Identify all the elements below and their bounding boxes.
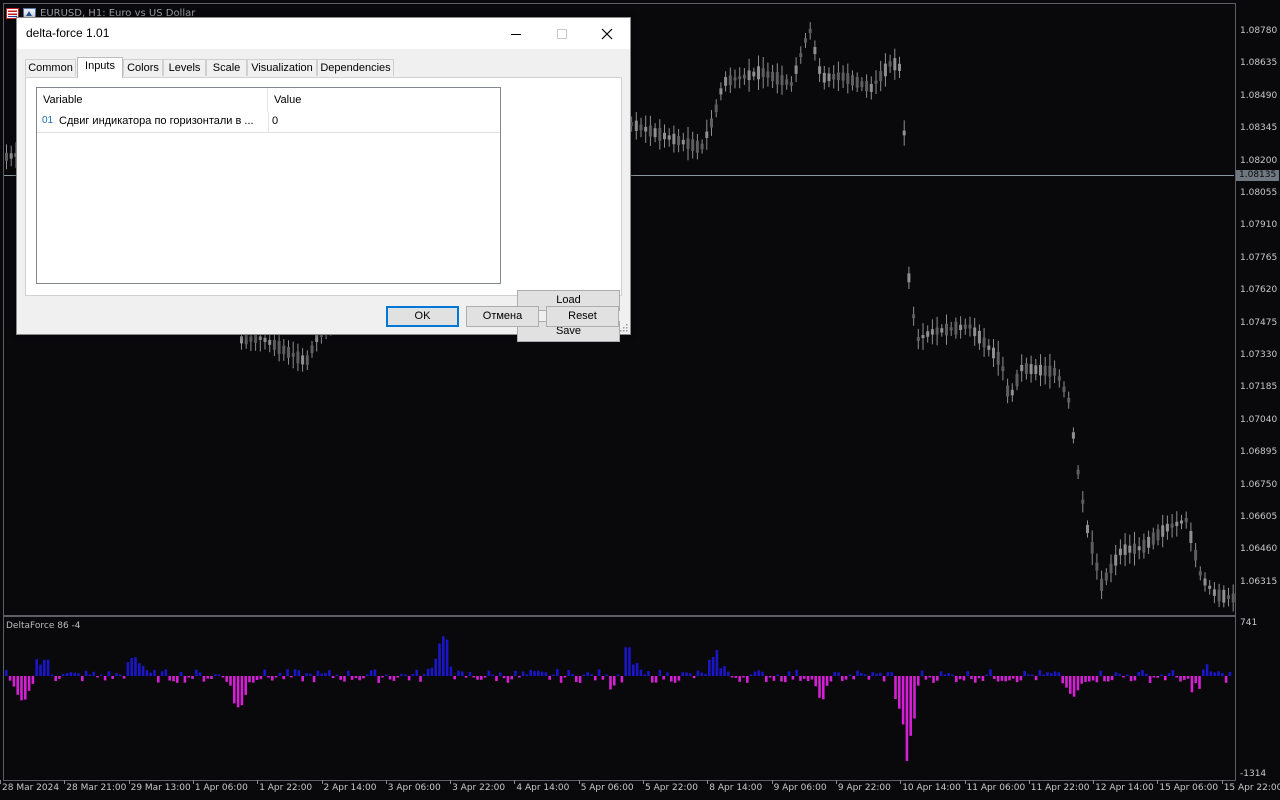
time-scale-label: 1 Apr 22:00 (259, 783, 313, 793)
time-tick (192, 780, 194, 784)
time-scale-label: 5 Apr 22:00 (645, 783, 698, 793)
time-scale-label: 10 Apr 14:00 (902, 783, 961, 793)
minimize-icon (511, 33, 521, 35)
table-row[interactable]: 01 Сдвиг индикатора по горизонтали в ...… (37, 112, 500, 133)
indicator-max-label: 741 (1240, 618, 1258, 628)
price-scale-label: 1.08055 (1240, 188, 1278, 198)
time-tick (900, 780, 902, 784)
time-tick (0, 780, 1, 784)
tab-visualization[interactable]: Visualization (247, 59, 317, 76)
time-tick (321, 780, 323, 784)
price-scale-label: 1.07910 (1240, 220, 1278, 231)
time-tick (707, 780, 709, 784)
tab-scale[interactable]: Scale (206, 59, 247, 76)
time-tick (1221, 780, 1223, 784)
minimize-button[interactable] (493, 18, 539, 49)
reset-button[interactable]: Reset (546, 306, 619, 327)
time-scale-label: 3 Apr 06:00 (387, 783, 441, 793)
tab-common[interactable]: Common (25, 59, 76, 76)
time-tick (128, 780, 130, 784)
column-header-value[interactable]: Value (268, 88, 500, 112)
price-scale-label: 1.08635 (1240, 58, 1278, 69)
inputs-panel: Variable Value 01 Сдвиг индикатора по го… (25, 77, 622, 342)
price-scale-label: 1.07765 (1240, 252, 1278, 263)
time-scale-label: 15 Apr 22:00 (1223, 783, 1280, 793)
time-scale-label: 3 Apr 22:00 (452, 783, 506, 793)
time-tick (1157, 780, 1159, 784)
price-scale-label: 1.08490 (1240, 90, 1278, 101)
time-scale-label: 28 Mar 2024 (2, 783, 60, 793)
time-scale-label: 4 Apr 14:00 (516, 783, 570, 793)
price-scale-label: 1.07185 (1240, 382, 1278, 393)
price-scale-label: 1.06315 (1240, 576, 1278, 587)
time-tick (257, 780, 259, 784)
price-scale-label: 1.06460 (1240, 544, 1278, 555)
price-scale-label: 1.08780 (1240, 26, 1278, 36)
ok-button[interactable]: OK (386, 306, 459, 327)
price-scale-label: 1.06895 (1240, 447, 1278, 458)
indicator-properties-dialog: delta-force 1.01 Common Inputs Colors Le… (16, 17, 631, 342)
time-scale-label: 8 Apr 14:00 (709, 783, 763, 793)
price-scale-label: 1.07330 (1240, 350, 1278, 360)
time-tick (643, 780, 644, 784)
time-tick (64, 780, 66, 784)
inputs-grid[interactable]: Variable Value 01 Сдвиг индикатора по го… (36, 87, 501, 284)
indicator-label: DeltaForce 86 -4 (6, 621, 81, 631)
maximize-icon (557, 28, 567, 39)
time-scale-label: 29 Mar 13:00 (130, 783, 191, 793)
time-scale-label: 11 Apr 06:00 (966, 783, 1026, 793)
time-tick (771, 780, 773, 784)
tab-levels[interactable]: Levels (163, 59, 206, 76)
tab-dependencies[interactable]: Dependencies (317, 59, 394, 76)
resize-grip-icon[interactable] (620, 324, 628, 332)
time-tick (514, 780, 516, 784)
row-value[interactable]: 0 (272, 115, 278, 127)
cancel-button[interactable]: Отмена (466, 306, 539, 327)
price-scale-label: 1.06605 (1240, 512, 1278, 522)
time-scale-label: 9 Apr 22:00 (837, 783, 891, 793)
tab-colors[interactable]: Colors (123, 59, 163, 76)
close-button[interactable] (584, 18, 630, 49)
indicator-frame (3, 616, 1236, 781)
row-variable: Сдвиг индикатора по горизонтали в ... (59, 115, 254, 127)
time-tick (964, 780, 966, 784)
time-scale-label: 28 Mar 21:00 (66, 783, 127, 793)
dialog-title: delta-force 1.01 (26, 26, 110, 40)
column-header-variable[interactable]: Variable (37, 88, 268, 112)
indicator-min-label: -1314 (1240, 769, 1267, 779)
close-icon (601, 28, 613, 39)
time-tick (578, 780, 580, 784)
price-scale-label: 1.07475 (1240, 317, 1278, 328)
time-tick (1093, 780, 1095, 784)
time-tick (385, 780, 387, 784)
time-scale-label: 11 Apr 22:00 (1030, 783, 1090, 793)
price-scale-label: 1.07040 (1240, 414, 1278, 425)
maximize-button (539, 18, 585, 49)
time-tick (835, 780, 837, 784)
price-scale-label: 1.06750 (1240, 479, 1278, 490)
int-type-icon: 01 (42, 115, 54, 126)
price-scale-label: 1.07620 (1240, 285, 1278, 296)
time-scale-label: 5 Apr 06:00 (580, 783, 634, 793)
tab-inputs[interactable]: Inputs (77, 57, 123, 78)
time-tick (1028, 780, 1030, 784)
time-scale-label: 9 Apr 06:00 (773, 783, 827, 793)
time-scale-label: 1 Apr 06:00 (194, 783, 248, 793)
price-scale-label: 1.08200 (1240, 155, 1278, 166)
column-divider (268, 112, 269, 132)
dialog-titlebar[interactable]: delta-force 1.01 (17, 18, 630, 49)
time-scale-label: 12 Apr 14:00 (1095, 783, 1154, 793)
time-scale-label: 15 Apr 06:00 (1159, 783, 1219, 793)
current-price-label: 1.08135 (1236, 170, 1279, 181)
time-scale-label: 2 Apr 14:00 (323, 783, 377, 793)
price-scale-label: 1.08345 (1240, 123, 1278, 134)
time-tick (450, 780, 452, 784)
